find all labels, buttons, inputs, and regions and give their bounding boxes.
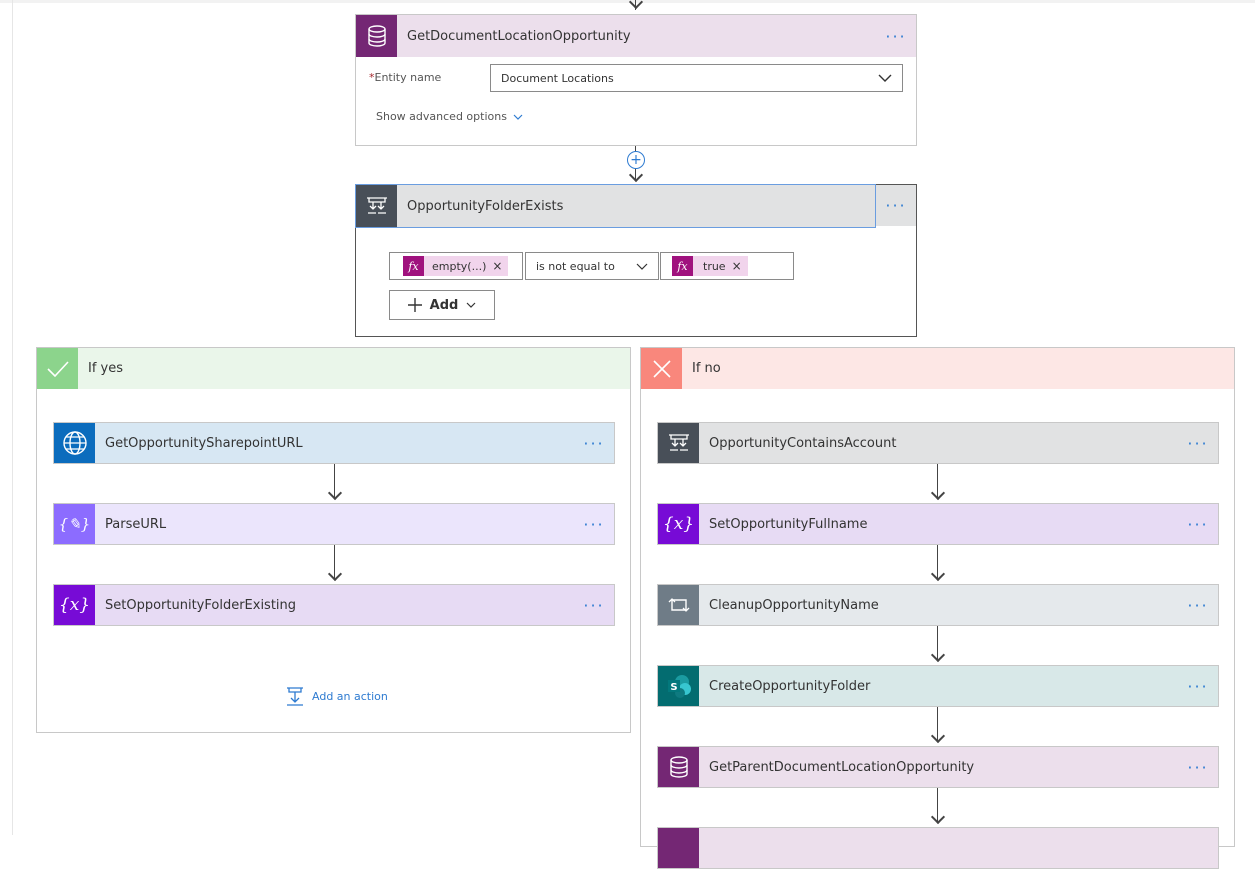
condition-left-operand[interactable]: fx empty(...) ×	[389, 252, 523, 280]
action-get-parent-document-location[interactable]: GetParentDocumentLocationOpportunity ···	[657, 746, 1219, 788]
action-card-get-document-location: GetDocumentLocationOpportunity ··· *Enti…	[355, 14, 917, 146]
compose-icon: {✎}	[54, 504, 95, 544]
action-title: OpportunityContainsAccount	[709, 435, 897, 451]
action-title: CreateOpportunityFolder	[709, 678, 871, 694]
condition-card: OpportunityFolderExists ··· fx empty(...…	[355, 184, 917, 337]
database-icon	[658, 828, 699, 868]
entity-name-dropdown[interactable]: Document Locations	[490, 64, 903, 92]
svg-text:S: S	[670, 682, 677, 693]
function-icon: fx	[672, 256, 693, 276]
more-options-button[interactable]: ···	[876, 27, 916, 46]
add-an-action-button[interactable]: Add an action	[286, 686, 388, 706]
expression-token-text: empty(...)	[432, 259, 487, 273]
connector-arrowhead	[628, 167, 644, 183]
condition-icon	[658, 423, 699, 463]
more-options-button[interactable]: ···	[1178, 434, 1218, 453]
action-get-opportunity-sharepoint-url[interactable]: GetOpportunitySharepointURL ···	[53, 422, 615, 464]
entity-name-value: Document Locations	[501, 71, 614, 85]
more-options-button[interactable]: ···	[876, 185, 916, 226]
remove-token-icon[interactable]: ×	[492, 259, 502, 273]
operator-value: is not equal to	[536, 259, 615, 273]
action-set-opportunity-folder-existing[interactable]: {x} SetOpportunityFolderExisting ···	[53, 584, 615, 626]
more-options-button[interactable]: ···	[574, 515, 614, 534]
expression-token[interactable]: fx true ×	[672, 256, 748, 276]
loop-icon	[658, 585, 699, 625]
if-no-title: If no	[692, 361, 721, 376]
close-icon	[641, 348, 682, 389]
chevron-down-icon	[466, 302, 476, 308]
action-title: GetOpportunitySharepointURL	[105, 435, 303, 451]
if-yes-title: If yes	[88, 361, 124, 376]
more-options-button[interactable]: ···	[574, 596, 614, 615]
chevron-down-icon	[878, 74, 892, 82]
more-options-button[interactable]: ···	[574, 434, 614, 453]
remove-token-icon[interactable]: ×	[732, 259, 742, 273]
plus-icon	[407, 298, 422, 312]
chevron-down-icon	[513, 114, 523, 120]
if-yes-header[interactable]: If yes	[37, 348, 630, 389]
sharepoint-icon: S	[658, 666, 699, 706]
add-an-action-label: Add an action	[312, 689, 388, 703]
action-title: CleanupOpportunityName	[709, 597, 879, 613]
variable-icon: {x}	[658, 504, 699, 544]
action-title: GetParentDocumentLocationOpportunity	[709, 759, 975, 775]
condition-title: OpportunityFolderExists	[407, 198, 564, 214]
condition-icon	[356, 185, 397, 227]
if-no-header[interactable]: If no	[641, 348, 1234, 389]
database-icon	[356, 15, 397, 57]
operator-dropdown[interactable]: is not equal to	[525, 252, 659, 280]
expression-token[interactable]: fx empty(...) ×	[403, 256, 509, 276]
chevron-down-icon	[636, 263, 648, 270]
entity-name-label: *Entity name	[369, 71, 441, 84]
entity-name-label-text: Entity name	[374, 71, 442, 84]
action-create-opportunity-folder[interactable]: S CreateOpportunityFolder ···	[657, 665, 1219, 707]
show-advanced-options-button[interactable]: Show advanced options	[376, 110, 523, 123]
condition-right-operand[interactable]: fx true ×	[660, 252, 794, 280]
action-card-header[interactable]: GetDocumentLocationOpportunity ···	[356, 15, 916, 57]
canvas-left-border	[12, 0, 13, 835]
show-advanced-options-label: Show advanced options	[376, 110, 507, 123]
action-title: ParseURL	[105, 516, 167, 532]
action-set-opportunity-fullname[interactable]: {x} SetOpportunityFullname ···	[657, 503, 1219, 545]
action-parse-url[interactable]: {✎} ParseURL ···	[53, 503, 615, 545]
condition-card-header[interactable]: OpportunityFolderExists	[355, 184, 876, 228]
action-title: SetOpportunityFolderExisting	[105, 597, 297, 613]
action-title: SetOpportunityFullname	[709, 516, 868, 532]
expression-token-text: true	[703, 259, 726, 273]
function-icon: fx	[403, 256, 424, 276]
action-title: GetDocumentLocationOpportunity	[407, 28, 631, 44]
action-next-partial[interactable]	[657, 827, 1219, 869]
database-icon	[658, 747, 699, 787]
action-cleanup-opportunity-name[interactable]: CleanupOpportunityName ···	[657, 584, 1219, 626]
more-options-button[interactable]: ···	[1178, 758, 1218, 777]
connector-arrowhead	[628, 0, 644, 10]
more-options-button[interactable]: ···	[1178, 596, 1218, 615]
more-options-button[interactable]: ···	[1178, 677, 1218, 696]
insert-step-button[interactable]: +	[627, 151, 645, 169]
add-condition-label: Add	[429, 297, 459, 313]
add-action-icon	[287, 687, 303, 706]
globe-icon	[54, 423, 95, 463]
more-options-button[interactable]: ···	[1178, 515, 1218, 534]
action-opportunity-contains-account[interactable]: OpportunityContainsAccount ···	[657, 422, 1219, 464]
add-condition-button[interactable]: Add	[389, 290, 495, 320]
variable-icon: {x}	[54, 585, 95, 625]
checkmark-icon	[37, 348, 78, 389]
